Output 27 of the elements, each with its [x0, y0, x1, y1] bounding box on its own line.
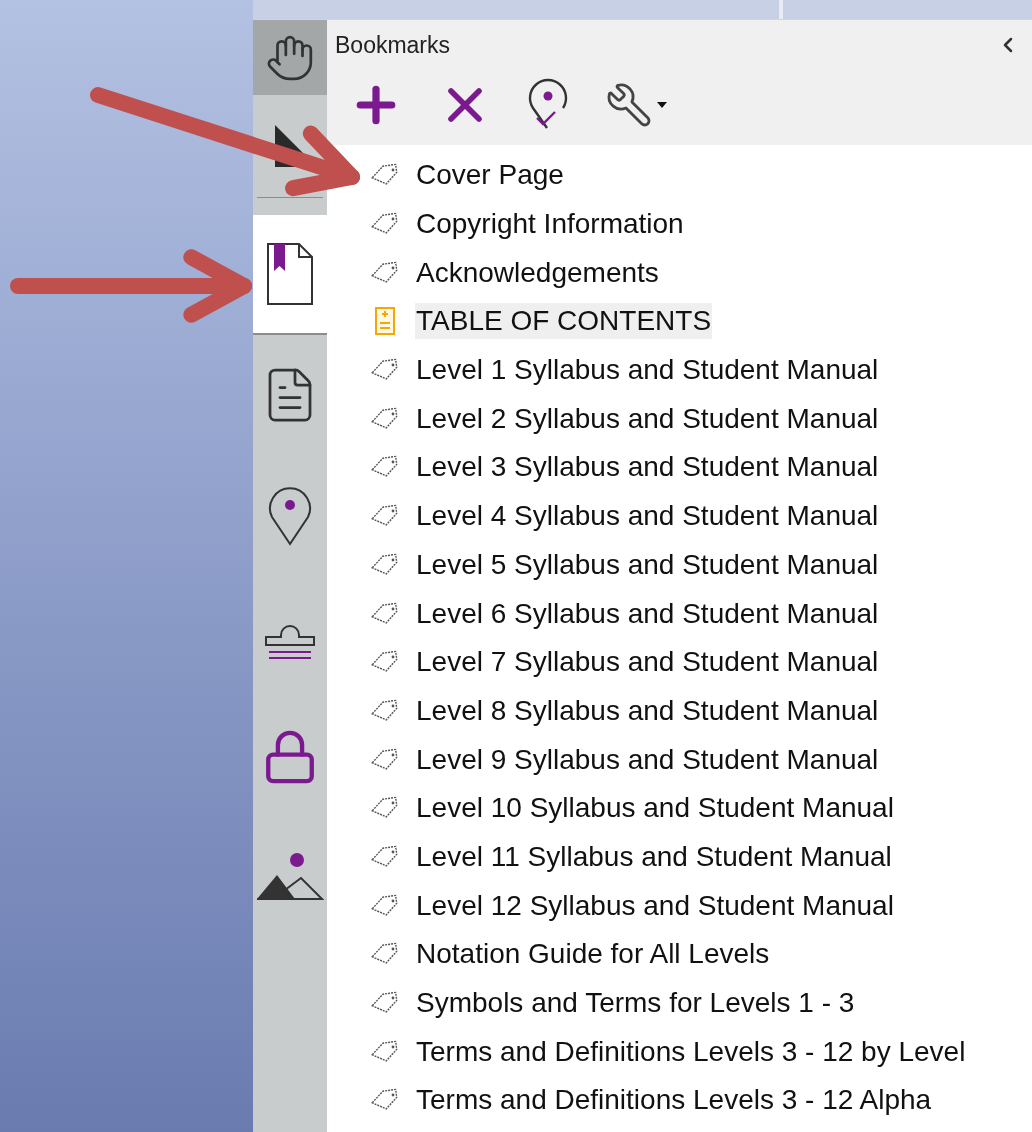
bookmark-item[interactable]: Symbols and Terms for Levels 1 - 3: [415, 985, 856, 1022]
bookmark-item[interactable]: Level 5 Syllabus and Student Manual: [415, 546, 880, 583]
caret-icon: [657, 101, 667, 108]
location-pin-icon: [267, 485, 313, 547]
bookmark-item[interactable]: Level 12 Syllabus and Student Manual: [415, 887, 895, 924]
bookmark-item[interactable]: Notation Guide for All Levels: [415, 936, 771, 973]
image-icon: [255, 850, 325, 902]
bookmark-item[interactable]: Acknowledgements: [415, 254, 660, 291]
bookmark-item[interactable]: Level 9 Syllabus and Student Manual: [415, 741, 880, 778]
bookmark-item[interactable]: Level 2 Syllabus and Student Manual: [415, 400, 880, 437]
bookmark-item[interactable]: Level 8 Syllabus and Student Manual: [415, 692, 880, 729]
bookmark-page-icon: [265, 241, 315, 307]
bookmark-item[interactable]: Copyright Information: [415, 206, 685, 243]
bookmark-item[interactable]: Terms and Definitions Levels 3 - 12 Alpha: [415, 1082, 933, 1119]
bookmark-item[interactable]: Level 6 Syllabus and Student Manual: [415, 595, 880, 632]
bookmark-item[interactable]: TABLE OF CONTENTS: [415, 303, 713, 340]
bookmark-item[interactable]: Level 3 Syllabus and Student Manual: [415, 449, 880, 486]
bookmark-item[interactable]: Terms and Definitions Levels 3 - 12 by Level: [415, 1033, 967, 1070]
bookmark-item[interactable]: Level 7 Syllabus and Student Manual: [415, 644, 880, 681]
bookmark-item[interactable]: Level 4 Syllabus and Student Manual: [415, 498, 880, 535]
bookmark-item[interactable]: Cover Page: [415, 157, 565, 194]
wrench-icon: [605, 80, 653, 129]
bookmark-item[interactable]: Level 1 Syllabus and Student Manual: [415, 352, 880, 389]
bookmark-item[interactable]: Level 11 Syllabus and Student Manual: [415, 838, 893, 875]
bookmark-item[interactable]: Level 10 Syllabus and Student Manual: [415, 790, 895, 827]
settings-button[interactable]: [605, 80, 667, 129]
panel-title: Bookmarks: [335, 31, 451, 60]
